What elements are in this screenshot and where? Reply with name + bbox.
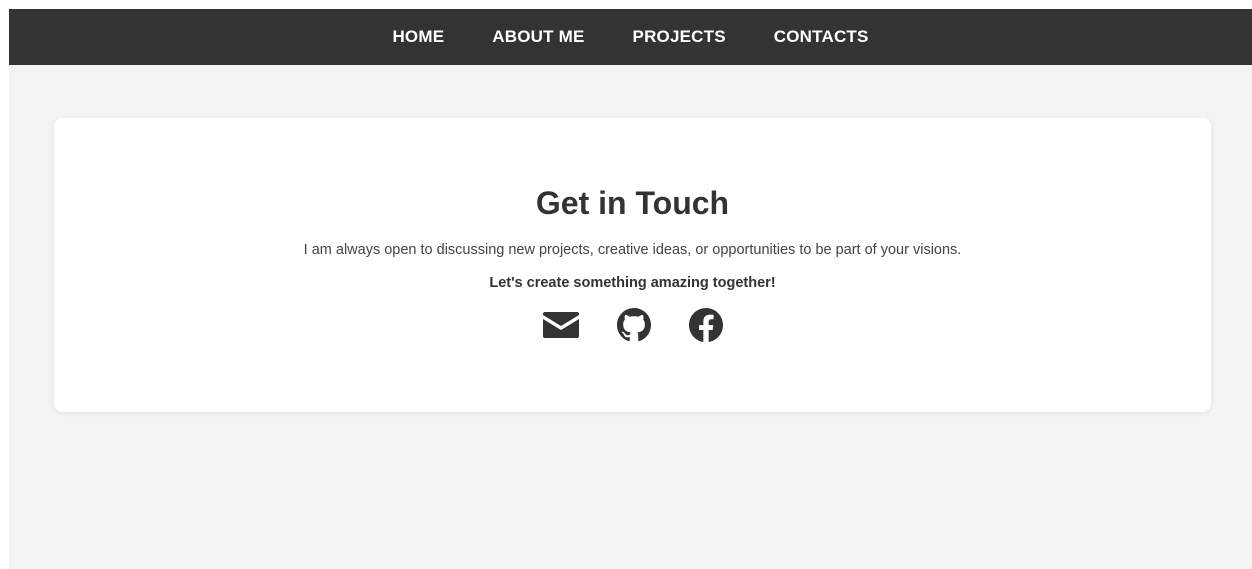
github-icon xyxy=(616,308,651,342)
social-links xyxy=(54,308,1211,342)
facebook-icon xyxy=(688,308,723,342)
nav-list: HOME ABOUT ME PROJECTS CONTACTS xyxy=(368,27,892,47)
facebook-link[interactable] xyxy=(688,308,723,342)
github-link[interactable] xyxy=(616,308,651,342)
nav-item-about-me[interactable]: ABOUT ME xyxy=(468,27,608,46)
email-link[interactable] xyxy=(542,312,579,338)
contact-card: Get in Touch I am always open to discuss… xyxy=(54,118,1211,412)
page: HOME ABOUT ME PROJECTS CONTACTS Get in T… xyxy=(9,9,1252,569)
nav-item-contacts[interactable]: CONTACTS xyxy=(750,27,893,46)
top-navbar: HOME ABOUT ME PROJECTS CONTACTS xyxy=(9,9,1252,65)
contact-cta: Let's create something amazing together! xyxy=(489,275,776,291)
nav-item-home[interactable]: HOME xyxy=(368,27,468,46)
nav-item-projects[interactable]: PROJECTS xyxy=(609,27,750,46)
contact-description: I am always open to discussing new proje… xyxy=(303,242,962,258)
contact-title: Get in Touch xyxy=(535,185,730,221)
envelope-icon xyxy=(542,312,579,338)
